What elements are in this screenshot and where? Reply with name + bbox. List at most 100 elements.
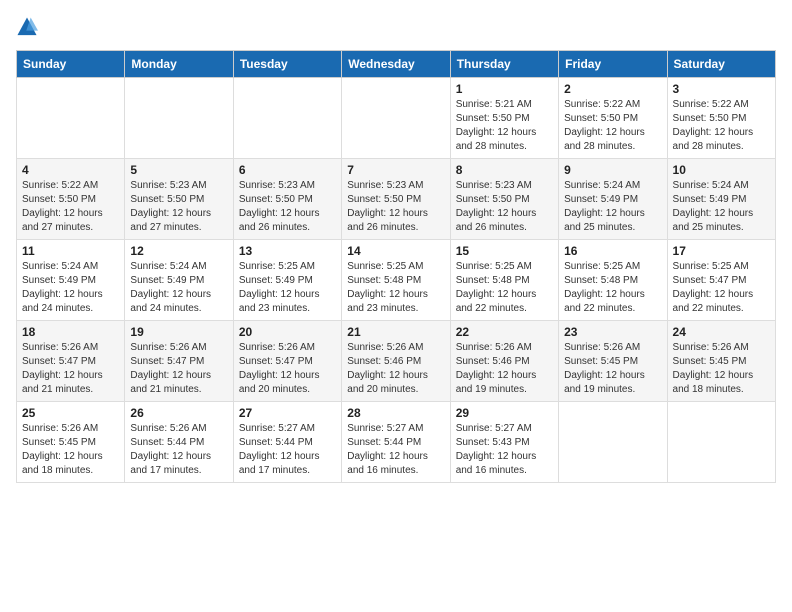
day-cell: [667, 402, 775, 483]
weekday-sunday: Sunday: [17, 51, 125, 78]
day-number: 20: [239, 325, 336, 339]
day-cell: 25 Sunrise: 5:26 AM Sunset: 5:45 PM Dayli…: [17, 402, 125, 483]
day-cell: 1 Sunrise: 5:21 AM Sunset: 5:50 PM Daylig…: [450, 78, 558, 159]
weekday-friday: Friday: [559, 51, 667, 78]
day-info: Sunrise: 5:23 AM Sunset: 5:50 PM Dayligh…: [130, 179, 227, 235]
day-cell: 12Sunrise: 5:24 AM Sunset: 5:49 PM Dayli…: [125, 240, 233, 321]
day-cell: 13 Sunrise: 5:25 AM Sunset: 5:49 PM Dayli…: [233, 240, 341, 321]
day-number: 15: [456, 244, 553, 258]
day-cell: 16 Sunrise: 5:25 AM Sunset: 5:48 PM Dayli…: [559, 240, 667, 321]
day-info: Sunrise: 5:27 AM Sunset: 5:44 PM Dayligh…: [347, 422, 444, 478]
day-cell: 5 Sunrise: 5:23 AM Sunset: 5:50 PM Daylig…: [125, 159, 233, 240]
day-cell: 19 Sunrise: 5:26 AM Sunset: 5:47 PM Dayli…: [125, 321, 233, 402]
day-cell: 18 Sunrise: 5:26 AM Sunset: 5:47 PM Dayli…: [17, 321, 125, 402]
day-info: Sunrise: 5:22 AM Sunset: 5:50 PM Dayligh…: [22, 179, 119, 235]
day-info: Sunrise: 5:22 AM Sunset: 5:50 PM Dayligh…: [564, 98, 661, 154]
day-info: Sunrise: 5:26 AM Sunset: 5:47 PM Dayligh…: [22, 341, 119, 397]
week-row-4: 18 Sunrise: 5:26 AM Sunset: 5:47 PM Dayli…: [17, 321, 776, 402]
day-cell: 3Sunrise: 5:22 AM Sunset: 5:50 PM Daylig…: [667, 78, 775, 159]
day-number: 18: [22, 325, 119, 339]
day-info: Sunrise: 5:27 AM Sunset: 5:43 PM Dayligh…: [456, 422, 553, 478]
day-info: Sunrise: 5:26 AM Sunset: 5:47 PM Dayligh…: [239, 341, 336, 397]
day-info: Sunrise: 5:22 AM Sunset: 5:50 PM Dayligh…: [673, 98, 770, 154]
day-number: 27: [239, 406, 336, 420]
day-info: Sunrise: 5:23 AM Sunset: 5:50 PM Dayligh…: [347, 179, 444, 235]
day-number: 11: [22, 244, 119, 258]
day-number: 13: [239, 244, 336, 258]
day-cell: 23 Sunrise: 5:26 AM Sunset: 5:45 PM Dayli…: [559, 321, 667, 402]
day-cell: 29 Sunrise: 5:27 AM Sunset: 5:43 PM Dayli…: [450, 402, 558, 483]
day-info: Sunrise: 5:26 AM Sunset: 5:45 PM Dayligh…: [673, 341, 770, 397]
day-cell: 28 Sunrise: 5:27 AM Sunset: 5:44 PM Dayli…: [342, 402, 450, 483]
weekday-header-row: SundayMondayTuesdayWednesdayThursdayFrid…: [17, 51, 776, 78]
week-row-5: 25 Sunrise: 5:26 AM Sunset: 5:45 PM Dayli…: [17, 402, 776, 483]
day-info: Sunrise: 5:25 AM Sunset: 5:48 PM Dayligh…: [456, 260, 553, 316]
day-cell: 10 Sunrise: 5:24 AM Sunset: 5:49 PM Dayli…: [667, 159, 775, 240]
day-cell: 6 Sunrise: 5:23 AM Sunset: 5:50 PM Daylig…: [233, 159, 341, 240]
day-number: 16: [564, 244, 661, 258]
week-row-3: 11 Sunrise: 5:24 AM Sunset: 5:49 PM Dayli…: [17, 240, 776, 321]
logo-icon: [16, 16, 38, 38]
day-info: Sunrise: 5:26 AM Sunset: 5:47 PM Dayligh…: [130, 341, 227, 397]
day-cell: 8 Sunrise: 5:23 AM Sunset: 5:50 PM Daylig…: [450, 159, 558, 240]
weekday-wednesday: Wednesday: [342, 51, 450, 78]
day-number: 26: [130, 406, 227, 420]
day-info: Sunrise: 5:23 AM Sunset: 5:50 PM Dayligh…: [456, 179, 553, 235]
day-cell: 17 Sunrise: 5:25 AM Sunset: 5:47 PM Dayli…: [667, 240, 775, 321]
day-cell: 24 Sunrise: 5:26 AM Sunset: 5:45 PM Dayli…: [667, 321, 775, 402]
day-number: 25: [22, 406, 119, 420]
logo: [16, 16, 42, 38]
day-number: 2: [564, 82, 661, 96]
day-info: Sunrise: 5:26 AM Sunset: 5:45 PM Dayligh…: [22, 422, 119, 478]
day-number: 29: [456, 406, 553, 420]
day-info: Sunrise: 5:24 AM Sunset: 5:49 PM Dayligh…: [564, 179, 661, 235]
day-cell: 20 Sunrise: 5:26 AM Sunset: 5:47 PM Dayli…: [233, 321, 341, 402]
day-number: 14: [347, 244, 444, 258]
day-info: Sunrise: 5:25 AM Sunset: 5:48 PM Dayligh…: [564, 260, 661, 316]
weekday-tuesday: Tuesday: [233, 51, 341, 78]
day-cell: 4 Sunrise: 5:22 AM Sunset: 5:50 PM Daylig…: [17, 159, 125, 240]
weekday-monday: Monday: [125, 51, 233, 78]
day-info: Sunrise: 5:25 AM Sunset: 5:48 PM Dayligh…: [347, 260, 444, 316]
week-row-1: 1 Sunrise: 5:21 AM Sunset: 5:50 PM Daylig…: [17, 78, 776, 159]
day-number: 9: [564, 163, 661, 177]
day-number: 17: [673, 244, 770, 258]
day-info: Sunrise: 5:23 AM Sunset: 5:50 PM Dayligh…: [239, 179, 336, 235]
day-cell: 7Sunrise: 5:23 AM Sunset: 5:50 PM Daylig…: [342, 159, 450, 240]
day-number: 10: [673, 163, 770, 177]
weekday-saturday: Saturday: [667, 51, 775, 78]
day-number: 22: [456, 325, 553, 339]
day-number: 4: [22, 163, 119, 177]
day-number: 6: [239, 163, 336, 177]
day-cell: 9 Sunrise: 5:24 AM Sunset: 5:49 PM Daylig…: [559, 159, 667, 240]
day-info: Sunrise: 5:24 AM Sunset: 5:49 PM Dayligh…: [673, 179, 770, 235]
day-number: 12: [130, 244, 227, 258]
day-info: Sunrise: 5:26 AM Sunset: 5:46 PM Dayligh…: [347, 341, 444, 397]
day-cell: [342, 78, 450, 159]
day-cell: 22 Sunrise: 5:26 AM Sunset: 5:46 PM Dayli…: [450, 321, 558, 402]
day-info: Sunrise: 5:25 AM Sunset: 5:49 PM Dayligh…: [239, 260, 336, 316]
day-info: Sunrise: 5:26 AM Sunset: 5:46 PM Dayligh…: [456, 341, 553, 397]
day-info: Sunrise: 5:26 AM Sunset: 5:44 PM Dayligh…: [130, 422, 227, 478]
day-number: 23: [564, 325, 661, 339]
day-cell: 11 Sunrise: 5:24 AM Sunset: 5:49 PM Dayli…: [17, 240, 125, 321]
header: [16, 16, 776, 38]
day-cell: 21 Sunrise: 5:26 AM Sunset: 5:46 PM Dayli…: [342, 321, 450, 402]
day-info: Sunrise: 5:26 AM Sunset: 5:45 PM Dayligh…: [564, 341, 661, 397]
day-info: Sunrise: 5:25 AM Sunset: 5:47 PM Dayligh…: [673, 260, 770, 316]
day-number: 28: [347, 406, 444, 420]
day-cell: 14 Sunrise: 5:25 AM Sunset: 5:48 PM Dayli…: [342, 240, 450, 321]
day-number: 19: [130, 325, 227, 339]
day-number: 24: [673, 325, 770, 339]
day-number: 1: [456, 82, 553, 96]
day-info: Sunrise: 5:27 AM Sunset: 5:44 PM Dayligh…: [239, 422, 336, 478]
day-cell: [559, 402, 667, 483]
calendar-table: SundayMondayTuesdayWednesdayThursdayFrid…: [16, 50, 776, 483]
day-number: 8: [456, 163, 553, 177]
day-info: Sunrise: 5:21 AM Sunset: 5:50 PM Dayligh…: [456, 98, 553, 154]
day-number: 21: [347, 325, 444, 339]
day-cell: 27 Sunrise: 5:27 AM Sunset: 5:44 PM Dayli…: [233, 402, 341, 483]
day-number: 5: [130, 163, 227, 177]
day-info: Sunrise: 5:24 AM Sunset: 5:49 PM Dayligh…: [22, 260, 119, 316]
day-cell: [125, 78, 233, 159]
